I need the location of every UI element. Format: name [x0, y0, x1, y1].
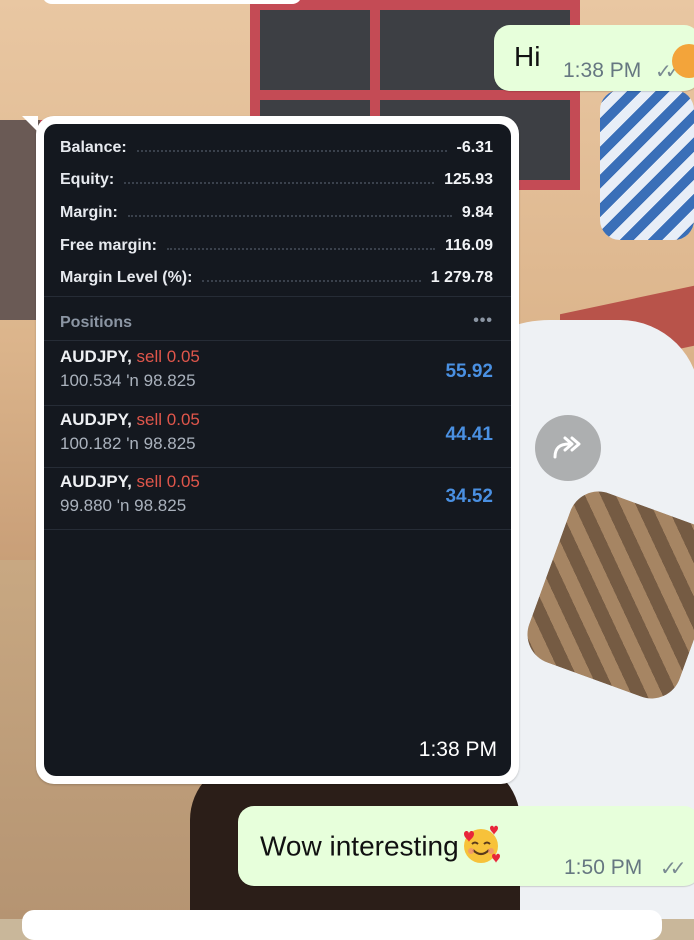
outgoing-message-wow[interactable]: Wow interesting 1:50 PM ✓✓	[238, 806, 694, 886]
trading-screenshot[interactable]: Balance: -6.31 Equity: 125.93 Margin: 9.…	[44, 124, 511, 776]
previous-message-bubble	[42, 0, 302, 4]
message-time: 1:38 PM	[563, 59, 642, 82]
row-value: 116.09	[444, 237, 493, 254]
position-symbol: AUDJPY,	[60, 410, 132, 429]
double-check-icon: ✓✓	[660, 858, 686, 880]
message-time: 1:50 PM	[564, 856, 643, 879]
message-time: 1:38 PM	[418, 738, 497, 761]
position-side: sell 0.05	[136, 472, 200, 491]
forward-icon	[553, 436, 581, 459]
position-row: AUDJPY, sell 0.05 100.182 'n 98.825 44.4…	[60, 410, 493, 464]
open-price: 100.182	[60, 434, 122, 453]
row-label: Equity:	[60, 171, 115, 188]
open-price: 100.534	[60, 371, 122, 390]
forward-button[interactable]	[535, 415, 601, 481]
next-message-bubble	[22, 910, 662, 940]
arrow-glyph: 'n	[126, 434, 139, 453]
current-price: 98.825	[143, 371, 196, 390]
row-label: Balance:	[60, 139, 127, 156]
message-text-content: Wow interesting	[260, 830, 459, 862]
position-side: sell 0.05	[136, 347, 200, 366]
account-row-equity: Equity: 125.93	[60, 167, 493, 193]
position-symbol: AUDJPY,	[60, 347, 132, 366]
row-value: 9.84	[461, 204, 493, 221]
account-row-margin-level: Margin Level (%): 1 279.78	[60, 265, 493, 291]
open-price: 99.880	[60, 496, 112, 515]
position-row: AUDJPY, sell 0.05 100.534 'n 98.825 55.9…	[60, 347, 493, 401]
position-side: sell 0.05	[136, 410, 200, 429]
incoming-image-message[interactable]: Balance: -6.31 Equity: 125.93 Margin: 9.…	[22, 116, 519, 784]
smiling-face-with-hearts-emoji	[463, 825, 500, 863]
account-row-margin: Margin: 9.84	[60, 200, 493, 226]
row-value: 1 279.78	[430, 269, 493, 286]
row-label: Free margin:	[60, 237, 157, 254]
positions-heading: Positions	[60, 314, 133, 331]
position-symbol: AUDJPY,	[60, 472, 132, 491]
position-profit: 55.92	[445, 361, 493, 382]
message-text: Wow interesting	[260, 825, 503, 866]
outgoing-message-hi[interactable]: Hi 1:38 PM ✓✓	[494, 25, 694, 91]
position-profit: 44.41	[445, 424, 493, 445]
arrow-glyph: 'n	[126, 371, 139, 390]
current-price: 98.825	[143, 434, 196, 453]
row-label: Margin:	[60, 204, 118, 221]
account-row-balance: Balance: -6.31	[60, 135, 493, 161]
position-profit: 34.52	[445, 486, 493, 507]
message-text: Hi	[514, 41, 541, 72]
account-row-free-margin: Free margin: 116.09	[60, 233, 493, 259]
more-icon: •••	[473, 312, 493, 329]
row-value: 125.93	[444, 171, 493, 188]
row-value: -6.31	[456, 139, 493, 156]
current-price: 98.825	[134, 496, 187, 515]
position-row: AUDJPY, sell 0.05 99.880 'n 98.825 34.52	[60, 472, 493, 526]
arrow-glyph: 'n	[116, 496, 130, 515]
row-label: Margin Level (%):	[60, 269, 193, 286]
